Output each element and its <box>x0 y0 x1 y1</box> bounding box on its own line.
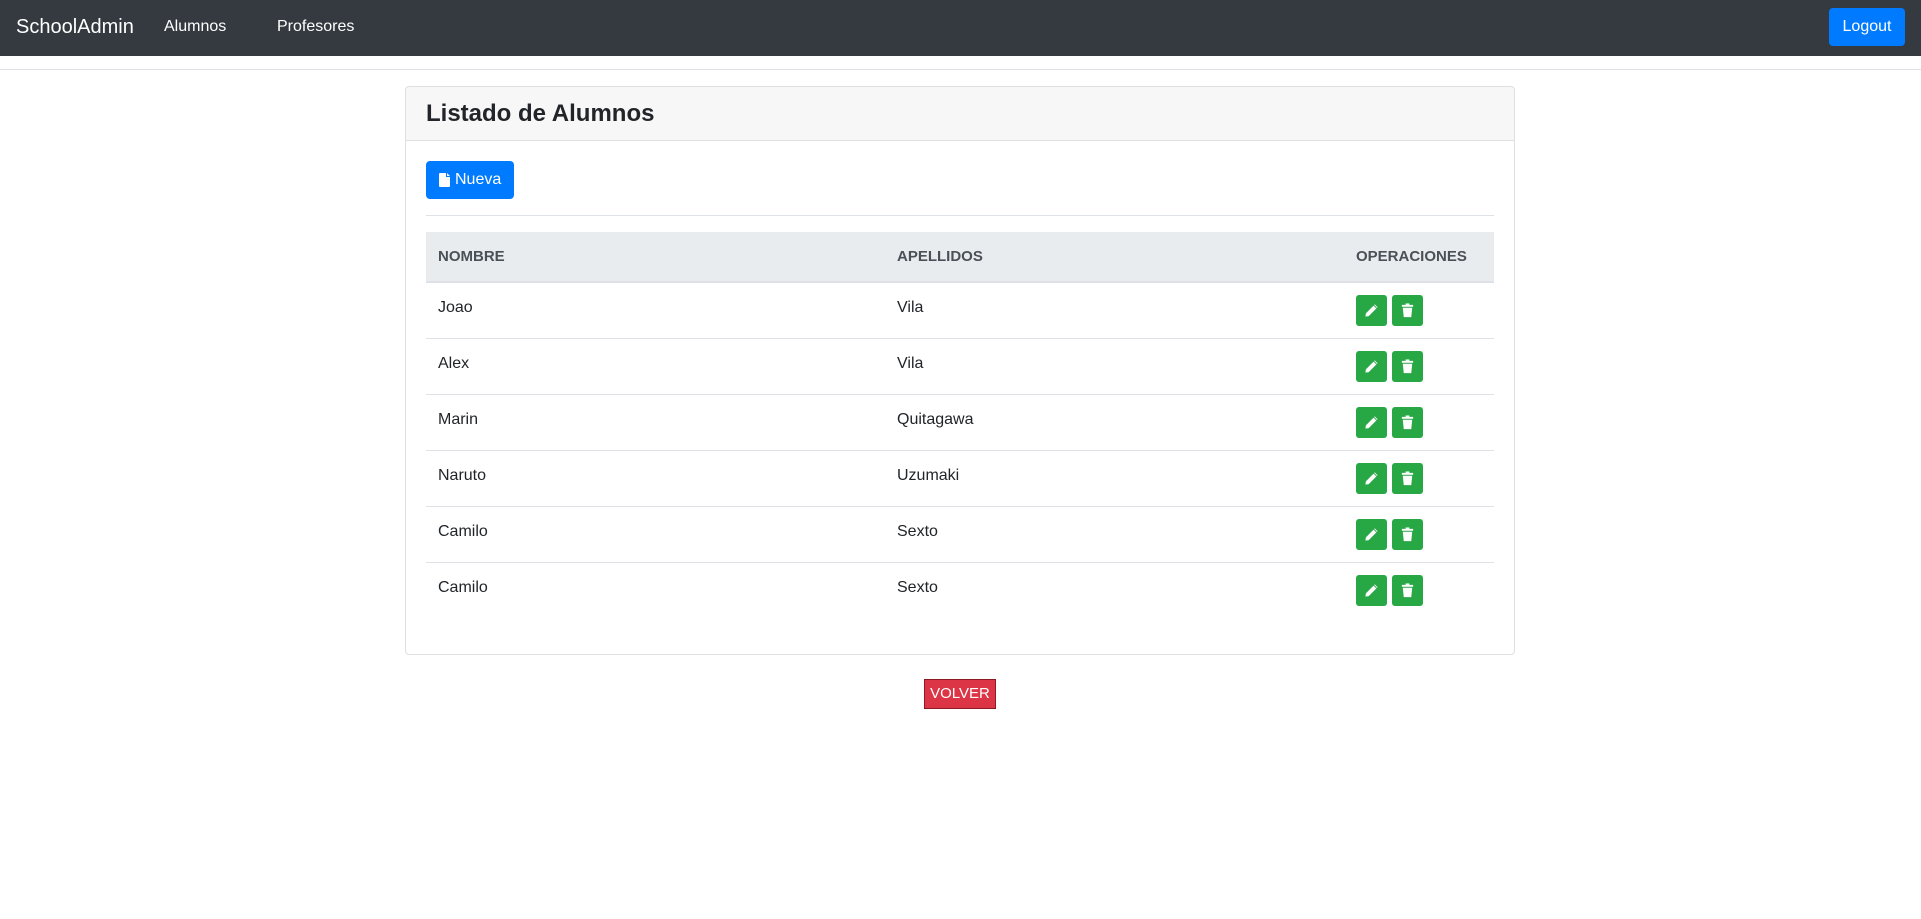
table-row: Camilo Sexto <box>426 507 1494 563</box>
logout-button[interactable]: Logout <box>1829 8 1905 46</box>
pencil-icon <box>1365 584 1378 597</box>
header-apellidos: APELLIDOS <box>897 248 983 265</box>
header-operaciones: OPERACIONES <box>1356 248 1467 265</box>
cell-apellidos: Vila <box>897 299 924 316</box>
row-operations <box>1356 351 1426 382</box>
header-divider <box>0 69 1921 70</box>
page-title: Listado de Alumnos <box>426 100 655 127</box>
row-operations <box>1356 519 1426 550</box>
table-row: Camilo Sexto <box>426 563 1494 619</box>
cell-nombre: Camilo <box>438 523 488 540</box>
trash-icon <box>1401 583 1414 598</box>
edit-button[interactable] <box>1356 351 1387 382</box>
alumnos-table: NOMBRE APELLIDOS OPERACIONES Joao Vila A… <box>426 232 1494 619</box>
alumnos-card: Listado de Alumnos Nueva NOMBRE APELLIDO… <box>405 86 1515 655</box>
pencil-icon <box>1365 360 1378 373</box>
cell-nombre: Naruto <box>438 467 487 484</box>
table-row: Alex Vila <box>426 339 1494 395</box>
pencil-icon <box>1365 304 1378 317</box>
card-header: Listado de Alumnos <box>406 87 1514 141</box>
back-button[interactable]: VOLVER <box>924 679 996 709</box>
cell-apellidos: Sexto <box>897 579 938 596</box>
cell-apellidos: Quitagawa <box>897 411 974 428</box>
row-operations <box>1356 575 1426 606</box>
trash-icon <box>1401 303 1414 318</box>
trash-icon <box>1401 527 1414 542</box>
table-row: Naruto Uzumaki <box>426 451 1494 507</box>
new-alumno-button[interactable]: Nueva <box>426 161 514 199</box>
trash-icon <box>1401 359 1414 374</box>
delete-button[interactable] <box>1392 351 1423 382</box>
pencil-icon <box>1365 416 1378 429</box>
nav-link-profesores[interactable]: Profesores <box>277 16 354 38</box>
cell-apellidos: Sexto <box>897 523 938 540</box>
row-operations <box>1356 407 1426 438</box>
edit-button[interactable] <box>1356 407 1387 438</box>
new-button-label: Nueva <box>455 171 502 188</box>
edit-button[interactable] <box>1356 463 1387 494</box>
delete-button[interactable] <box>1392 407 1423 438</box>
trash-icon <box>1401 471 1414 486</box>
delete-button[interactable] <box>1392 295 1423 326</box>
header-nombre: NOMBRE <box>438 248 505 265</box>
cell-apellidos: Uzumaki <box>897 467 960 484</box>
cell-apellidos: Vila <box>897 355 924 372</box>
edit-button[interactable] <box>1356 575 1387 606</box>
edit-button[interactable] <box>1356 295 1387 326</box>
trash-icon <box>1401 415 1414 430</box>
table-row: Joao Vila <box>426 283 1494 339</box>
brand-link[interactable]: SchoolAdmin <box>16 14 134 40</box>
top-navbar: SchoolAdmin Alumnos Profesores Logout <box>0 0 1921 56</box>
table-header-row: NOMBRE APELLIDOS OPERACIONES <box>426 232 1494 283</box>
pencil-icon <box>1365 528 1378 541</box>
delete-button[interactable] <box>1392 519 1423 550</box>
row-operations <box>1356 463 1426 494</box>
nav-link-alumnos[interactable]: Alumnos <box>164 16 226 38</box>
pencil-icon <box>1365 472 1378 485</box>
cell-nombre: Alex <box>438 355 470 372</box>
divider <box>426 215 1494 216</box>
delete-button[interactable] <box>1392 575 1423 606</box>
file-icon <box>439 173 450 187</box>
delete-button[interactable] <box>1392 463 1423 494</box>
table-row: Marin Quitagawa <box>426 395 1494 451</box>
row-operations <box>1356 295 1426 326</box>
cell-nombre: Camilo <box>438 579 488 596</box>
cell-nombre: Joao <box>438 299 473 316</box>
cell-nombre: Marin <box>438 411 479 428</box>
edit-button[interactable] <box>1356 519 1387 550</box>
